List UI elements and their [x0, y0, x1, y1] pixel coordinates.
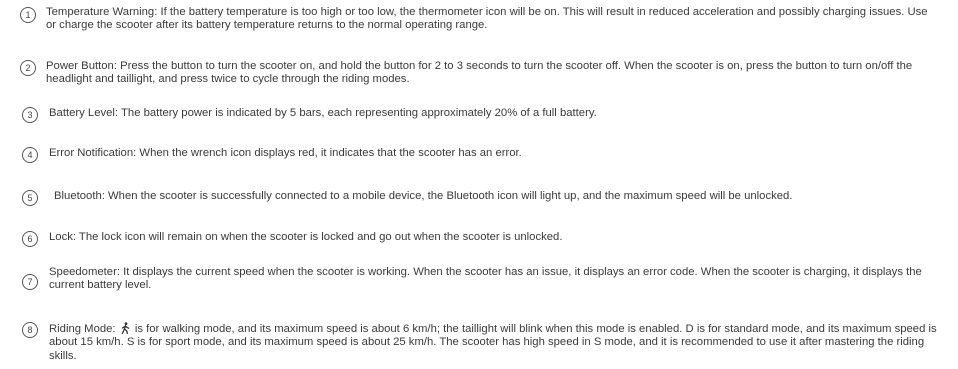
item-number-badge: 6	[22, 231, 38, 247]
item-number-badge: 4	[22, 147, 38, 163]
item-text: Riding Mode: is for walking mode, and it…	[49, 322, 941, 363]
item-number-badge: 8	[22, 322, 38, 338]
riding-mode-label: Riding Mode:	[49, 323, 116, 335]
item-text: Power Button: Press the button to turn t…	[46, 60, 913, 86]
item-text: Lock: The lock icon will remain on when …	[49, 231, 563, 243]
item-text: Error Notification: When the wrench icon…	[49, 147, 522, 159]
item-number-badge: 5	[22, 190, 38, 206]
item-text: Temperature Warning: If the battery temp…	[46, 6, 928, 32]
item-number-badge: 2	[20, 60, 36, 76]
item-number-badge: 1	[20, 7, 36, 23]
walking-person-icon	[121, 322, 129, 334]
item-text: Bluetooth: When the scooter is successfu…	[54, 190, 793, 202]
riding-mode-description: is for walking mode, and its maximum spe…	[49, 323, 937, 362]
item-text: Battery Level: The battery power is indi…	[49, 107, 597, 119]
item-text: Speedometer: It displays the current spe…	[49, 266, 922, 292]
item-number-badge: 7	[22, 274, 38, 290]
item-number-badge: 3	[22, 107, 38, 123]
